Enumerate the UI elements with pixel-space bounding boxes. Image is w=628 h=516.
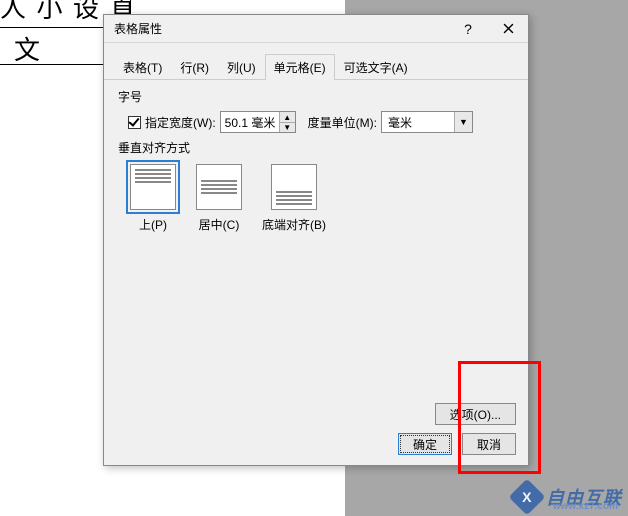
tab-column[interactable]: 列(U) bbox=[218, 54, 265, 80]
valign-top[interactable] bbox=[130, 164, 176, 210]
close-icon bbox=[503, 23, 514, 34]
spin-up[interactable]: ▲ bbox=[280, 112, 295, 122]
unit-value: 毫米 bbox=[382, 114, 454, 131]
spin-down[interactable]: ▼ bbox=[280, 122, 295, 132]
valign-center[interactable] bbox=[196, 164, 242, 210]
watermark-url: www.xz7.com bbox=[553, 501, 618, 512]
cancel-button[interactable]: 取消 bbox=[462, 433, 516, 455]
dialog-title: 表格属性 bbox=[114, 20, 162, 37]
unit-select[interactable]: 毫米 ▼ bbox=[381, 111, 473, 133]
options-button[interactable]: 选项(O)... bbox=[435, 403, 516, 425]
tab-cell[interactable]: 单元格(E) bbox=[265, 54, 335, 80]
dialog-content: 字号 指定宽度(W): ▲ ▼ 度量单位(M): 毫米 ▼ 垂 bbox=[104, 80, 528, 247]
tab-bar: 表格(T) 行(R) 列(U) 单元格(E) 可选文字(A) bbox=[104, 43, 528, 80]
chevron-down-icon: ▼ bbox=[454, 112, 472, 132]
specify-width-label: 指定宽度(W): bbox=[145, 114, 216, 131]
width-spinner[interactable]: ▲ ▼ bbox=[220, 111, 296, 133]
watermark: X 自由互联 www.xz7.com bbox=[514, 484, 622, 510]
table-properties-dialog: 表格属性 ? 表格(T) 行(R) 列(U) 单元格(E) 可选文字(A) 字号… bbox=[103, 14, 529, 466]
valign-bottom-label: 底端对齐(B) bbox=[262, 216, 326, 233]
titlebar: 表格属性 ? bbox=[104, 15, 528, 43]
valign-center-label: 居中(C) bbox=[199, 216, 240, 233]
tab-table[interactable]: 表格(T) bbox=[114, 54, 171, 80]
unit-label: 度量单位(M): bbox=[308, 114, 377, 131]
valign-bottom[interactable] bbox=[271, 164, 317, 210]
close-button[interactable] bbox=[488, 15, 528, 43]
bg-text-2: 文 bbox=[14, 30, 40, 67]
specify-width-checkbox[interactable] bbox=[128, 116, 141, 129]
tab-alt-text[interactable]: 可选文字(A) bbox=[335, 54, 417, 80]
size-label: 字号 bbox=[118, 88, 514, 105]
ok-button[interactable]: 确定 bbox=[398, 433, 452, 455]
tab-row[interactable]: 行(R) bbox=[171, 54, 218, 80]
valign-label: 垂直对齐方式 bbox=[118, 139, 514, 156]
dialog-footer: 选项(O)... 确定 取消 bbox=[398, 403, 516, 455]
width-input[interactable] bbox=[221, 112, 279, 132]
watermark-logo-icon: X bbox=[509, 479, 546, 516]
help-button[interactable]: ? bbox=[448, 15, 488, 43]
valign-top-label: 上(P) bbox=[139, 216, 167, 233]
